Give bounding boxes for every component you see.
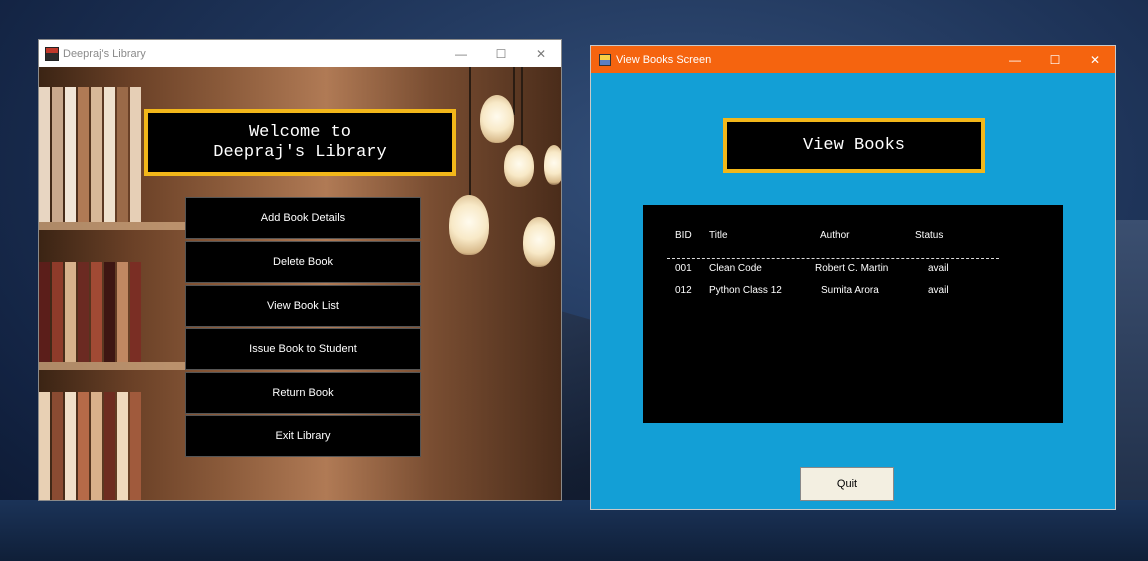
column-header-status: Status — [915, 230, 944, 241]
table-cell-title: Python Class 12 — [709, 285, 782, 296]
table-cell-bid: 001 — [675, 263, 692, 274]
table-cell-bid: 012 — [675, 285, 692, 296]
minimize-button[interactable]: — — [441, 40, 481, 67]
bookshelf-row — [39, 87, 143, 222]
app-icon — [599, 53, 611, 66]
lamp-cord — [513, 67, 515, 115]
library-main-window: Deepraj's Library — ☐ ✕ Welcome to Deepr… — [38, 39, 562, 501]
window-titlebar[interactable]: Deepraj's Library — ☐ ✕ — [39, 40, 561, 67]
exit-library-button[interactable]: Exit Library — [185, 415, 421, 457]
minimize-button[interactable]: — — [995, 46, 1035, 73]
window-title: Deepraj's Library — [63, 47, 146, 60]
welcome-line-2: Deepraj's Library — [213, 142, 387, 162]
app-icon — [45, 46, 59, 61]
quit-button[interactable]: Quit — [800, 467, 894, 501]
table-divider — [667, 258, 999, 259]
welcome-line-1: Welcome to — [248, 122, 352, 142]
delete-book-button[interactable]: Delete Book — [185, 241, 421, 283]
return-book-button[interactable]: Return Book — [185, 372, 421, 414]
table-cell-status: avail — [928, 263, 949, 274]
lightbulb — [449, 195, 489, 255]
close-button[interactable]: ✕ — [521, 40, 561, 67]
view-books-window: View Books Screen — ☐ ✕ View Books BID T… — [590, 45, 1116, 510]
table-cell-author: Sumita Arora — [821, 285, 879, 296]
column-header-author: Author — [820, 230, 850, 241]
column-header-bid: BID — [675, 230, 692, 241]
bookshelf-row — [39, 392, 143, 500]
table-cell-author: Robert C. Martin — [815, 263, 889, 274]
view-book-list-button[interactable]: View Book List — [185, 285, 421, 327]
maximize-button[interactable]: ☐ — [1035, 46, 1075, 73]
lightbulb — [480, 95, 514, 143]
welcome-banner: Welcome to Deepraj's Library — [144, 109, 456, 176]
lightbulb — [544, 145, 561, 185]
add-book-details-button[interactable]: Add Book Details — [185, 197, 421, 239]
maximize-button[interactable]: ☐ — [481, 40, 521, 67]
table-cell-title: Clean Code — [709, 263, 762, 274]
lightbulb — [523, 217, 555, 267]
lamp-cord — [521, 67, 523, 145]
column-header-title: Title — [709, 230, 728, 241]
lightbulb — [504, 145, 534, 187]
library-background-image: Welcome to Deepraj's Library Add Book De… — [39, 67, 561, 500]
bookshelf-row — [39, 262, 143, 362]
issue-book-button[interactable]: Issue Book to Student — [185, 328, 421, 370]
close-button[interactable]: ✕ — [1075, 46, 1115, 73]
lamp-cord — [469, 67, 471, 197]
window-title: View Books Screen — [616, 53, 712, 66]
page-title: View Books — [723, 118, 985, 173]
window-titlebar[interactable]: View Books Screen — ☐ ✕ — [591, 46, 1115, 73]
books-table: BID Title Author Status 001 Clean Code R… — [643, 205, 1063, 423]
table-cell-status: avail — [928, 285, 949, 296]
